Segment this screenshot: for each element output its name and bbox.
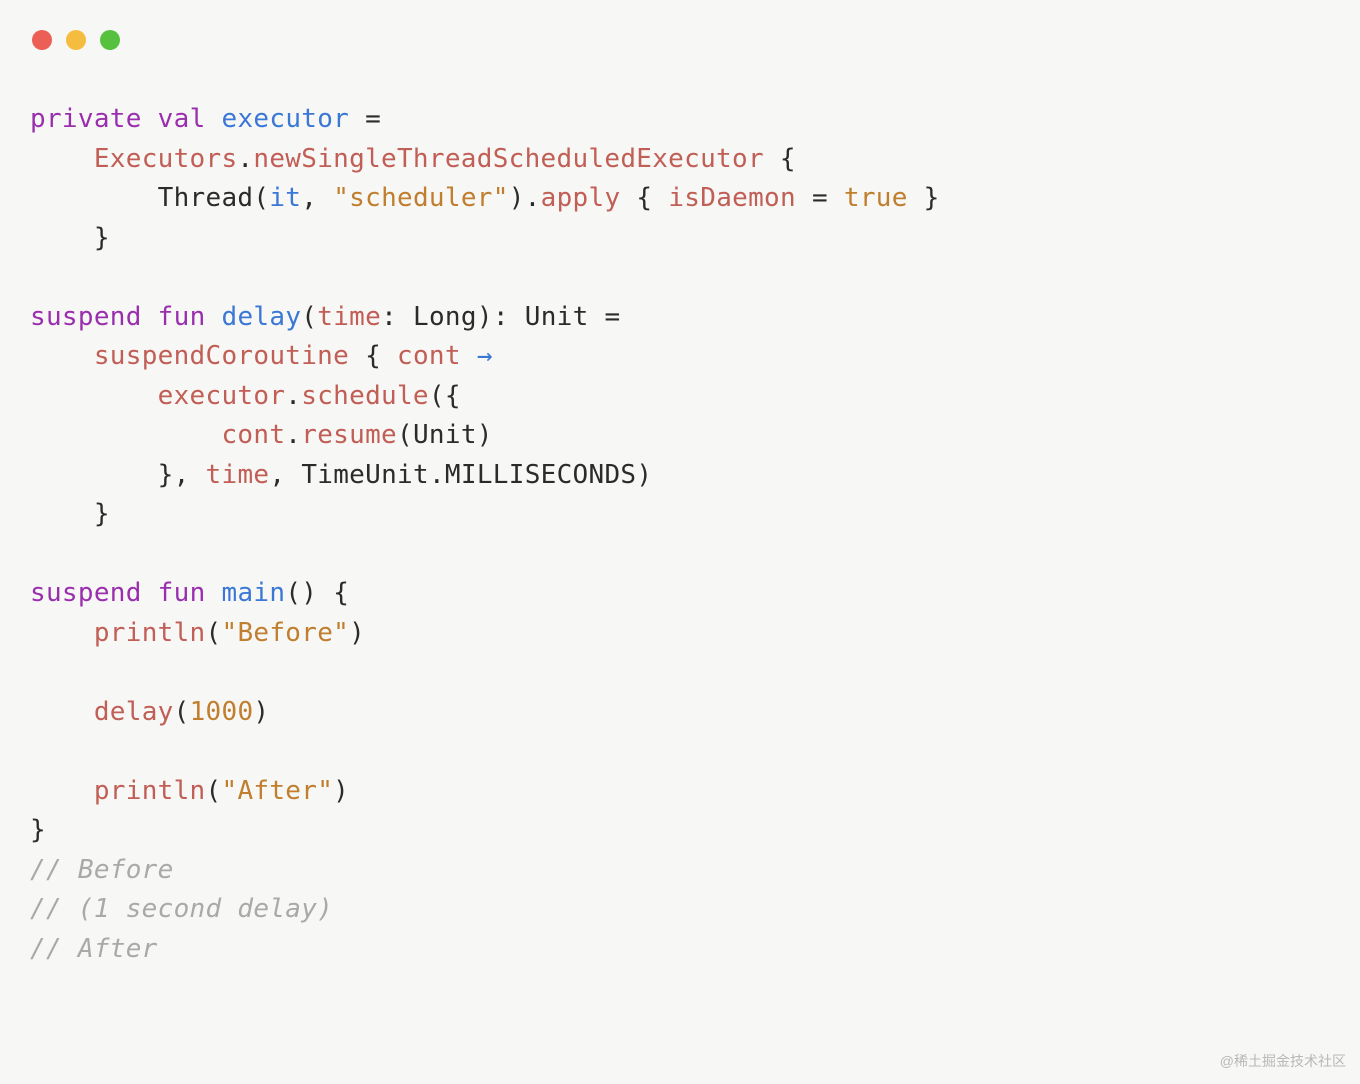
str-before: "Before" <box>221 618 349 648</box>
id-thread: Thread <box>158 183 254 213</box>
eq: = <box>605 302 621 332</box>
window-traffic-lights <box>32 30 120 50</box>
rparen: ) <box>301 578 317 608</box>
dot: . <box>285 381 301 411</box>
minimize-dot-icon <box>66 30 86 50</box>
lparen: ( <box>253 183 269 213</box>
dot: . <box>525 183 541 213</box>
arrow-icon: → <box>477 341 493 371</box>
str-scheduler: "scheduler" <box>333 183 509 213</box>
rparen: ) <box>509 183 525 213</box>
lbrace: { <box>780 144 796 174</box>
comma: , <box>269 460 285 490</box>
lit-true: true <box>844 183 908 213</box>
id-ms: MILLISECONDS <box>445 460 636 490</box>
comment-after: // After <box>30 934 158 964</box>
lparen: ( <box>206 776 222 806</box>
lparen: ( <box>301 302 317 332</box>
lbrace: { <box>365 341 381 371</box>
rparen: ) <box>477 420 493 450</box>
comma: , <box>301 183 317 213</box>
dot: . <box>429 460 445 490</box>
id-unit: Unit <box>413 420 477 450</box>
fn-schedule: schedule <box>301 381 429 411</box>
comma: , <box>174 460 190 490</box>
code-block: private val executor = Executors.newSing… <box>0 0 1360 969</box>
rbrace: } <box>94 499 110 529</box>
rparen: ) <box>349 618 365 648</box>
id-executor: executor <box>222 104 350 134</box>
watermark-text: @稀土掘金技术社区 <box>1220 1051 1346 1072</box>
close-dot-icon <box>32 30 52 50</box>
num-1000: 1000 <box>190 697 254 727</box>
kw-private: private <box>30 104 142 134</box>
lparen: ( <box>174 697 190 727</box>
lparen: ( <box>397 420 413 450</box>
id-executors: Executors <box>94 144 238 174</box>
id-executor-ref: executor <box>158 381 286 411</box>
id-timeunit: TimeUnit <box>301 460 429 490</box>
lparen: ( <box>429 381 445 411</box>
fn-newexec: newSingleThreadScheduledExecutor <box>253 144 764 174</box>
rparen: ) <box>253 697 269 727</box>
rbrace: } <box>94 223 110 253</box>
param-time: time <box>317 302 381 332</box>
dot: . <box>285 420 301 450</box>
arg-time: time <box>206 460 270 490</box>
fn-delay: delay <box>222 302 302 332</box>
fn-main: main <box>222 578 286 608</box>
fn-println: println <box>94 776 206 806</box>
fn-resume: resume <box>301 420 397 450</box>
comment-before: // Before <box>30 855 174 885</box>
eq: = <box>365 104 381 134</box>
kw-fun: fun <box>158 302 206 332</box>
kw-val: val <box>158 104 206 134</box>
fn-apply: apply <box>541 183 621 213</box>
dot: . <box>237 144 253 174</box>
lbrace: { <box>636 183 652 213</box>
id-cont-ref: cont <box>221 420 285 450</box>
id-cont: cont <box>397 341 461 371</box>
str-after: "After" <box>221 776 333 806</box>
eq: = <box>812 183 828 213</box>
kw-suspend: suspend <box>30 302 142 332</box>
lbrace: { <box>333 578 349 608</box>
fn-delay-call: delay <box>94 697 174 727</box>
rbrace: } <box>924 183 940 213</box>
lparen: ( <box>206 618 222 648</box>
rparen: ) <box>333 776 349 806</box>
rparen: ) <box>477 302 493 332</box>
rbrace: } <box>30 815 46 845</box>
kw-suspend: suspend <box>30 578 142 608</box>
rparen: ) <box>636 460 652 490</box>
id-isdaemon: isDaemon <box>668 183 796 213</box>
kw-fun: fun <box>158 578 206 608</box>
type-unit: Unit <box>525 302 589 332</box>
colon: : <box>381 302 397 332</box>
lparen: ( <box>285 578 301 608</box>
id-it: it <box>269 183 301 213</box>
type-long: Long <box>413 302 477 332</box>
zoom-dot-icon <box>100 30 120 50</box>
rbrace: } <box>158 460 174 490</box>
lbrace: { <box>445 381 461 411</box>
fn-suspendcoroutine: suspendCoroutine <box>94 341 349 371</box>
fn-println: println <box>94 618 206 648</box>
comment-delay: // (1 second delay) <box>30 894 333 924</box>
colon: : <box>493 302 509 332</box>
